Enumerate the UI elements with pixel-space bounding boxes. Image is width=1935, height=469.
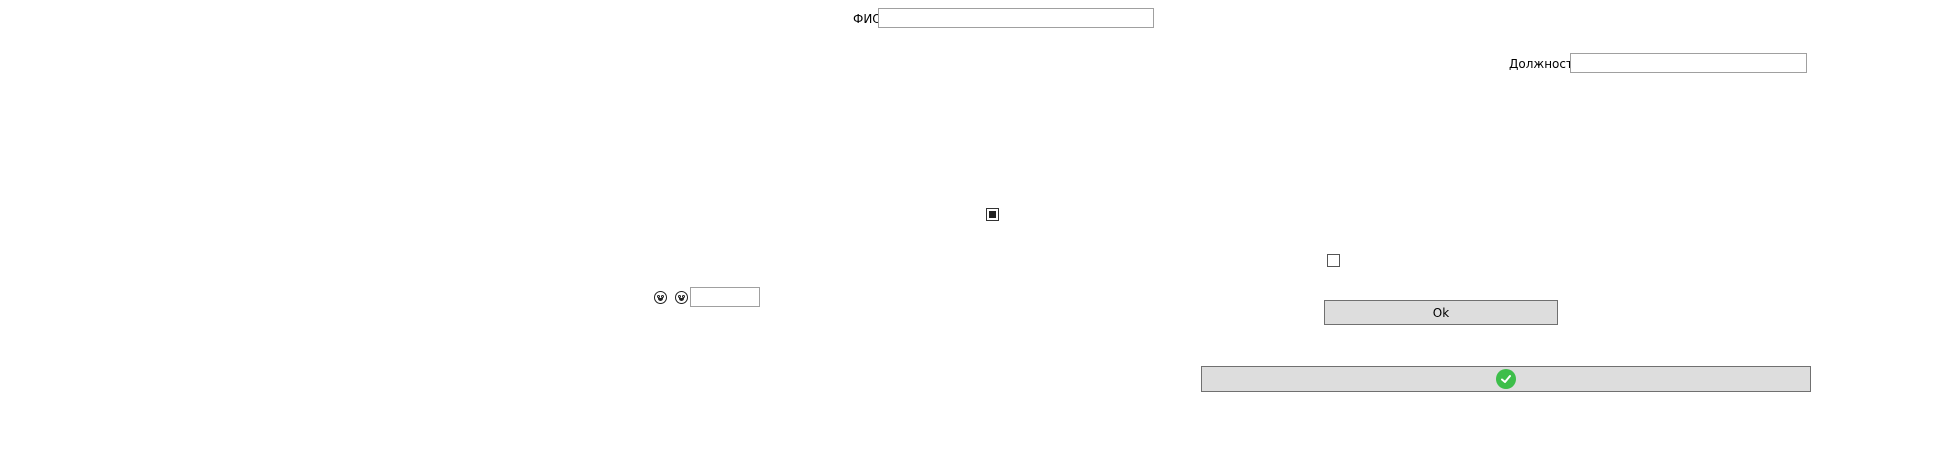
small-input[interactable] xyxy=(690,287,760,307)
check-circle-icon xyxy=(1496,369,1516,389)
ok-button-label: Ok xyxy=(1432,305,1450,320)
ok-button[interactable]: Ok xyxy=(1324,300,1558,325)
grinning-face-icon xyxy=(654,291,667,304)
position-input[interactable] xyxy=(1570,53,1807,73)
fio-input[interactable] xyxy=(878,8,1154,28)
checkbox-checked[interactable] xyxy=(986,208,999,221)
checkbox-unchecked[interactable] xyxy=(1327,254,1340,267)
confirm-button[interactable] xyxy=(1201,366,1811,392)
smiling-face-icon xyxy=(675,291,688,304)
checkbox-mark xyxy=(989,211,996,218)
